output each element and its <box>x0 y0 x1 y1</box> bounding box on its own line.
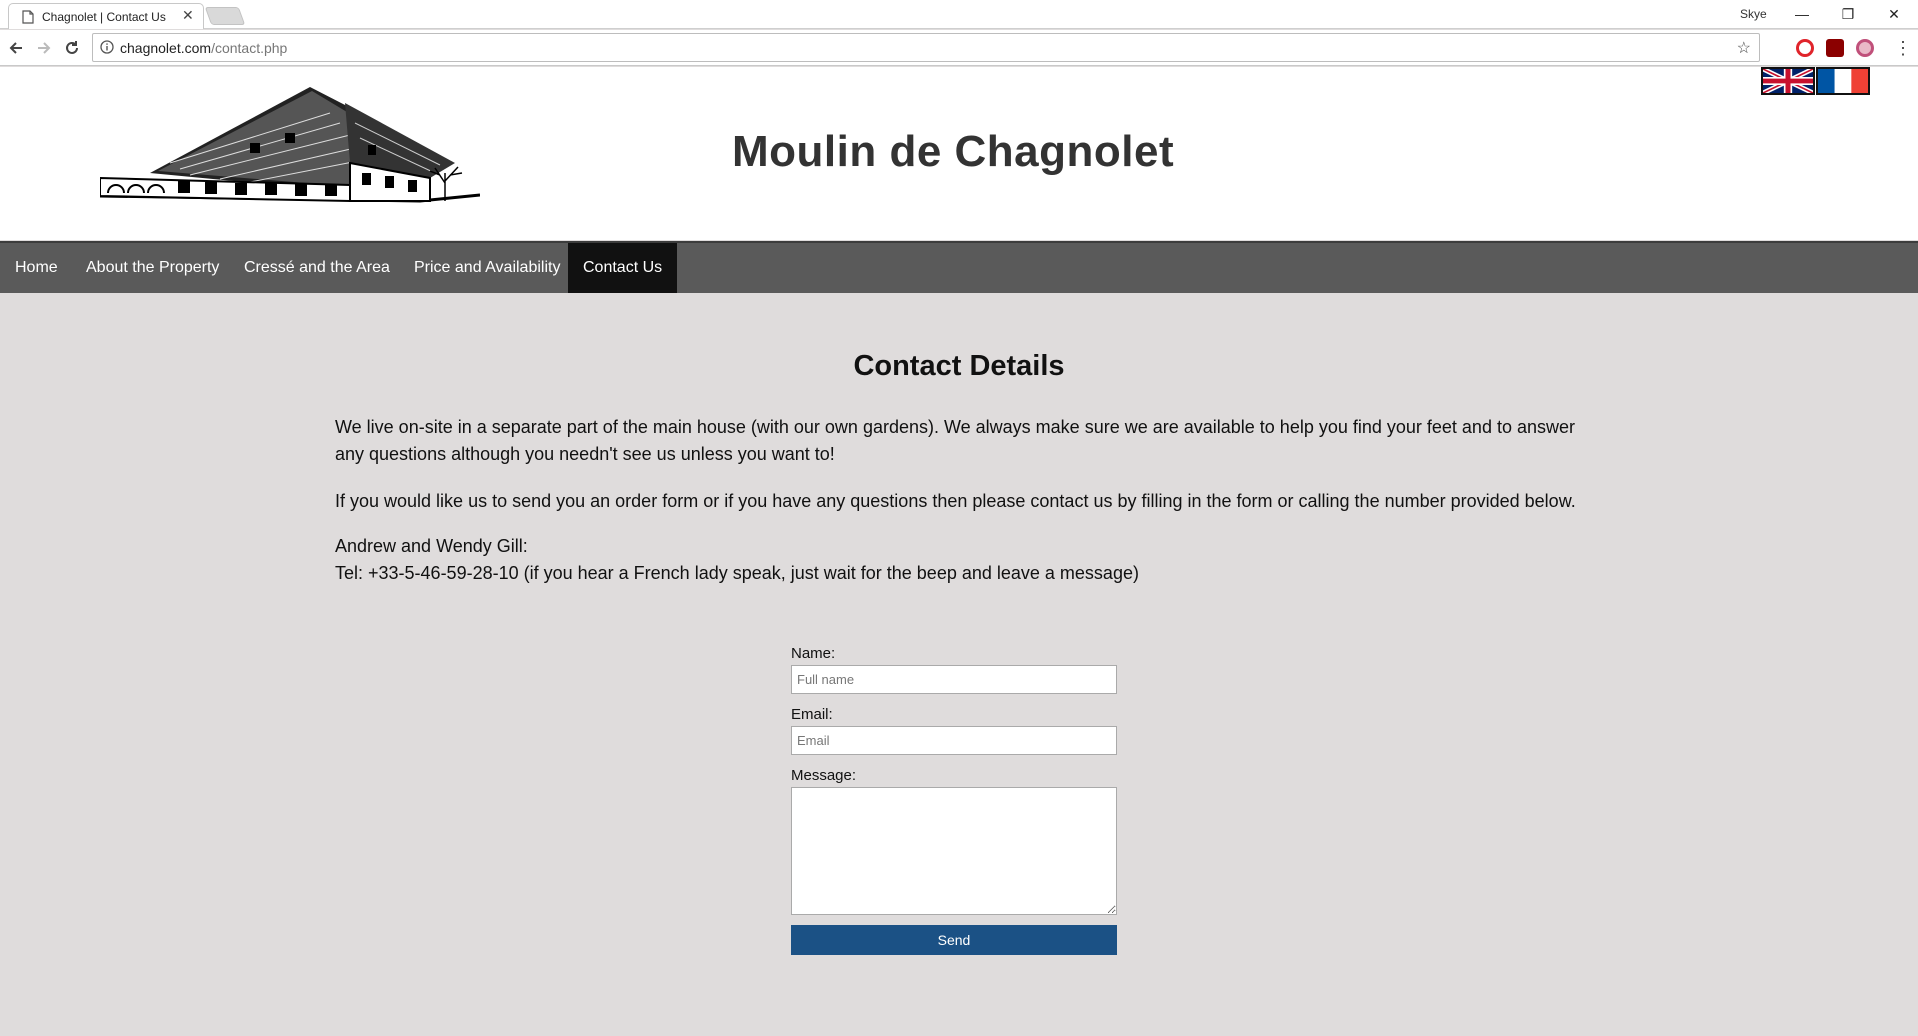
nav-item-price[interactable]: Price and Availability <box>399 243 575 293</box>
web-page: Moulin de Chagnolet Home About the Prope… <box>0 66 1918 1036</box>
extension-icon[interactable] <box>1856 39 1874 57</box>
message-textarea[interactable] <box>791 787 1117 915</box>
send-button[interactable]: Send <box>791 925 1117 955</box>
site-title: Moulin de Chagnolet <box>732 127 1175 176</box>
france-flag-icon[interactable] <box>1816 67 1870 95</box>
contact-names: Andrew and Wendy Gill: <box>335 536 528 556</box>
browser-tab[interactable]: Chagnolet | Contact Us ✕ <box>8 3 204 29</box>
browser-title-bar: Chagnolet | Contact Us ✕ Skye — ❐ ✕ <box>0 0 1918 29</box>
url-text: chagnolet.com/contact.php <box>120 40 287 56</box>
tab-title: Chagnolet | Contact Us <box>42 10 166 24</box>
nav-item-contact[interactable]: Contact Us <box>568 243 678 293</box>
page-heading: Contact Details <box>853 350 1065 382</box>
close-window-icon[interactable]: ✕ <box>1874 3 1914 25</box>
main-nav: Home About the Property Cressé and the A… <box>0 241 1918 293</box>
email-input[interactable] <box>791 726 1117 755</box>
forward-arrow-icon[interactable] <box>33 37 55 59</box>
url-path: /contact.php <box>211 40 288 56</box>
bookmark-star-icon[interactable]: ☆ <box>1737 38 1751 58</box>
back-arrow-icon[interactable] <box>5 37 27 59</box>
nav-item-about[interactable]: About the Property <box>71 243 234 293</box>
opera-extension-icon[interactable] <box>1796 39 1814 57</box>
reload-icon[interactable] <box>61 37 83 59</box>
contact-phone: Tel: +33-5-46-59-28-10 (if you hear a Fr… <box>335 563 1139 583</box>
browser-menu-icon[interactable]: ⋮ <box>1894 38 1912 59</box>
tab-close-icon[interactable]: ✕ <box>182 7 194 23</box>
name-label: Name: <box>791 645 836 662</box>
name-input[interactable] <box>791 665 1117 694</box>
nav-item-home[interactable]: Home <box>0 243 73 293</box>
browser-toolbar: chagnolet.com/contact.php ☆ ⋮ <box>0 30 1918 66</box>
url-host: chagnolet.com <box>120 40 212 56</box>
ublock-extension-icon[interactable] <box>1826 39 1844 57</box>
mill-house-logo[interactable] <box>99 83 481 218</box>
message-label: Message: <box>791 767 857 784</box>
contact-paragraph: If you would like us to send you an orde… <box>335 491 1576 511</box>
address-bar[interactable]: chagnolet.com/contact.php ☆ <box>92 33 1760 62</box>
email-label: Email: <box>791 706 833 723</box>
restore-icon[interactable]: ❐ <box>1828 3 1868 25</box>
page-icon <box>22 10 34 29</box>
new-tab-button[interactable] <box>204 7 246 25</box>
profile-name[interactable]: Skye <box>1740 7 1767 21</box>
site-header: Moulin de Chagnolet <box>0 66 1918 240</box>
info-icon[interactable] <box>100 40 114 59</box>
intro-paragraph: We live on-site in a separate part of th… <box>335 417 1575 464</box>
minimize-icon[interactable]: — <box>1782 3 1822 25</box>
nav-item-area[interactable]: Cressé and the Area <box>229 243 405 293</box>
uk-flag-icon[interactable] <box>1761 66 1815 96</box>
